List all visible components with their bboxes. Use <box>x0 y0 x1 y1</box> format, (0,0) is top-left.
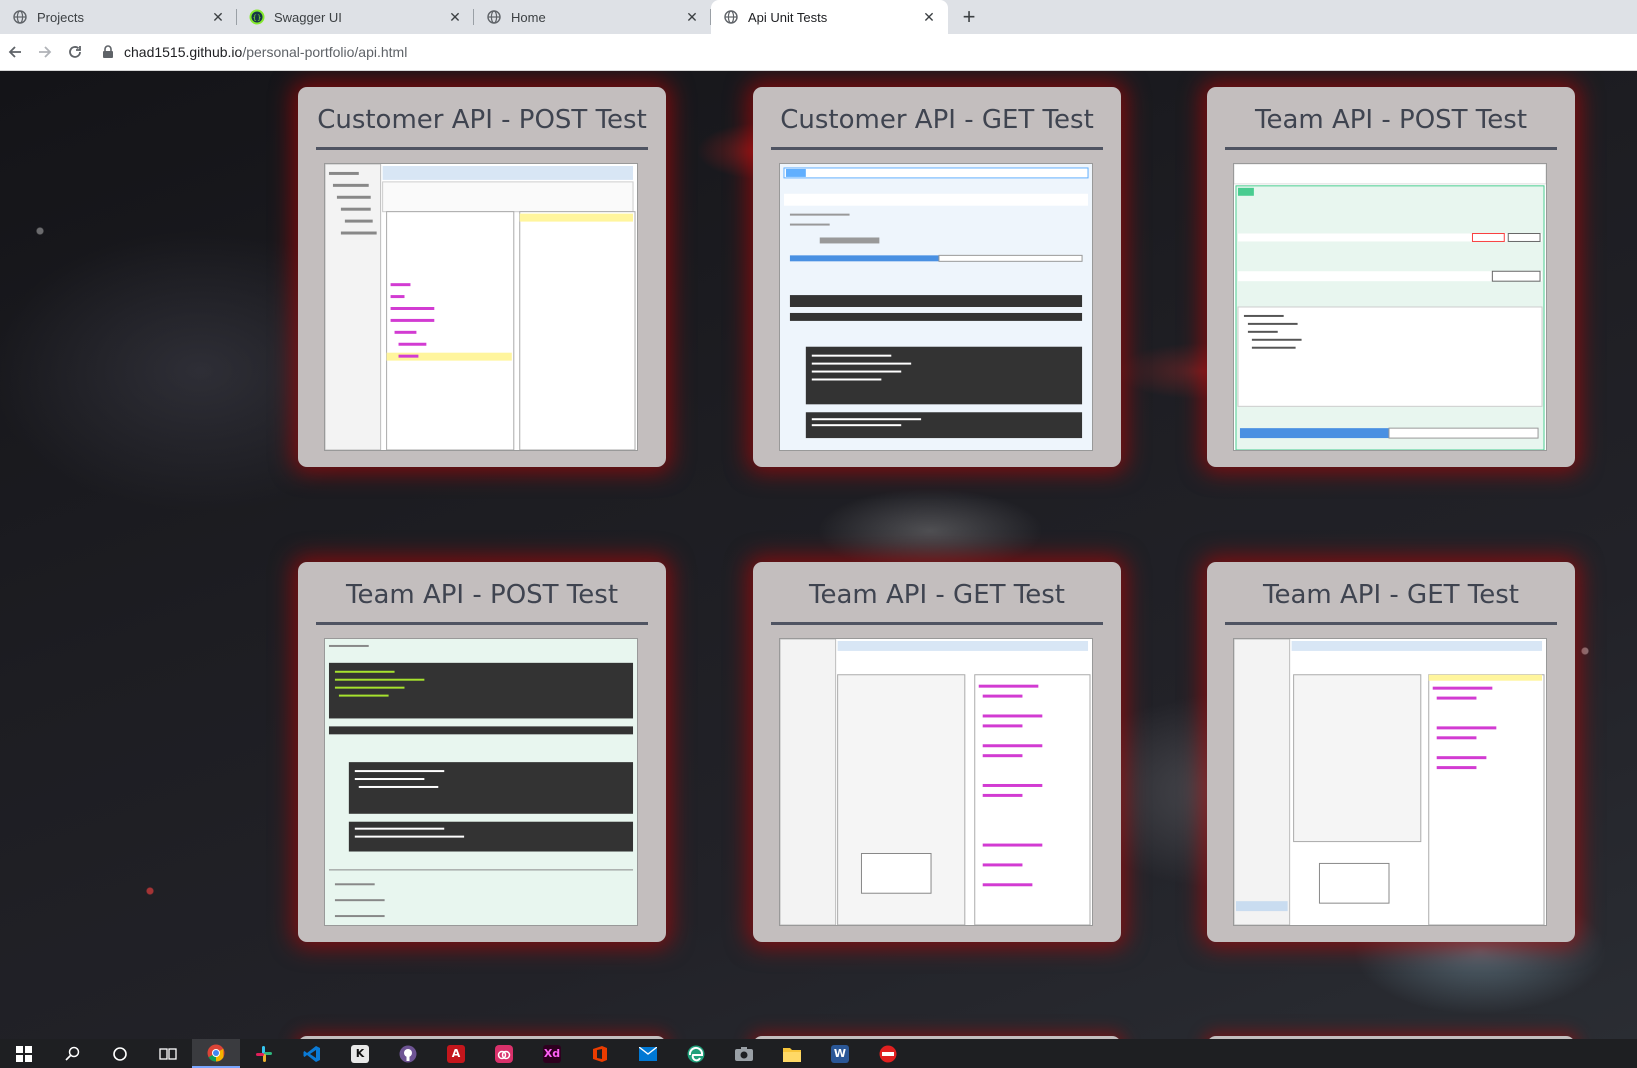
acrobat-icon[interactable]: A <box>432 1039 480 1068</box>
search-icon[interactable] <box>48 1039 96 1068</box>
card-screenshot[interactable] <box>324 163 638 451</box>
card-screenshot[interactable] <box>1233 638 1547 926</box>
title-divider <box>316 147 648 150</box>
tab-close-icon[interactable]: ✕ <box>446 8 464 26</box>
address-bar[interactable]: chad1515.github.io/personal-portfolio/ap… <box>102 37 407 67</box>
mail-icon[interactable] <box>624 1039 672 1068</box>
tab-close-icon[interactable]: ✕ <box>683 8 701 26</box>
word-icon[interactable]: W <box>816 1039 864 1068</box>
project-card[interactable]: Team API - POST Test <box>298 562 666 942</box>
file-explorer-icon[interactable] <box>768 1039 816 1068</box>
windows-start-icon[interactable] <box>0 1039 48 1068</box>
app-icon[interactable] <box>864 1039 912 1068</box>
card-screenshot[interactable] <box>324 638 638 926</box>
tab-label: Home <box>511 9 546 25</box>
tab-label: Swagger UI <box>274 9 342 25</box>
project-card[interactable]: Team API - GET Test <box>1207 562 1575 942</box>
globe-icon <box>12 9 28 25</box>
project-card[interactable]: Team API - POST Test <box>1207 87 1575 467</box>
card-title: Customer API - GET Test <box>780 105 1094 135</box>
globe-icon <box>486 9 502 25</box>
tab-label: Projects <box>37 9 84 25</box>
inkscape-icon[interactable]: K <box>336 1039 384 1068</box>
chrome-icon[interactable] <box>192 1039 240 1068</box>
card-title: Team API - GET Test <box>809 580 1065 610</box>
tab-swagger-ui[interactable]: {} Swagger UI ✕ <box>237 0 474 34</box>
card-screenshot[interactable] <box>1233 163 1547 451</box>
task-view-icon[interactable] <box>144 1039 192 1068</box>
card-title: Team API - GET Test <box>1263 580 1519 610</box>
lock-icon[interactable] <box>102 45 116 59</box>
tab-projects[interactable]: Projects ✕ <box>0 0 237 34</box>
page-background: Customer API - POST Test Customer API - … <box>0 71 1637 1039</box>
card-title: Customer API - POST Test <box>317 105 647 135</box>
svg-text:{}: {} <box>253 14 262 22</box>
adobe-xd-icon[interactable]: Xd <box>528 1039 576 1068</box>
vscode-icon[interactable] <box>288 1039 336 1068</box>
card-title: Team API - POST Test <box>1254 105 1528 135</box>
project-card[interactable]: Team API - GET Test <box>753 562 1121 942</box>
tab-label: Api Unit Tests <box>748 9 828 25</box>
project-card[interactable]: Customer API - GET Test <box>753 87 1121 467</box>
url-host: chad1515.github.io <box>124 44 243 60</box>
camera-icon[interactable] <box>720 1039 768 1068</box>
github-icon[interactable] <box>384 1039 432 1068</box>
project-card[interactable]: Customer API - POST Test <box>298 87 666 467</box>
title-divider <box>771 147 1103 150</box>
forward-arrow-icon[interactable] <box>30 37 60 67</box>
creative-cloud-icon[interactable] <box>480 1039 528 1068</box>
title-divider <box>316 622 648 625</box>
new-tab-button[interactable]: + <box>952 0 986 34</box>
reload-icon[interactable] <box>60 37 90 67</box>
edge-icon[interactable] <box>672 1039 720 1068</box>
tab-close-icon[interactable]: ✕ <box>920 8 938 26</box>
browser-toolbar: chad1515.github.io/personal-portfolio/ap… <box>0 34 1637 71</box>
globe-icon <box>723 9 739 25</box>
cortana-icon[interactable] <box>96 1039 144 1068</box>
windows-taskbar: K A Xd W <box>0 1039 1637 1068</box>
card-screenshot[interactable] <box>779 163 1093 451</box>
swagger-icon: {} <box>249 9 265 25</box>
tab-home[interactable]: Home ✕ <box>474 0 711 34</box>
back-arrow-icon[interactable] <box>0 37 30 67</box>
card-title: Team API - POST Test <box>345 580 619 610</box>
card-screenshot[interactable] <box>779 638 1093 926</box>
word-label: W <box>831 1044 849 1063</box>
tab-strip: Projects ✕ {} Swagger UI ✕ Home ✕ Api Un… <box>0 0 1637 34</box>
adobe-xd-label: Xd <box>543 1044 561 1063</box>
title-divider <box>1225 147 1557 150</box>
office-icon[interactable] <box>576 1039 624 1068</box>
tab-close-icon[interactable]: ✕ <box>209 8 227 26</box>
title-divider <box>1225 622 1557 625</box>
url-path: /personal-portfolio/api.html <box>242 44 408 60</box>
slack-icon[interactable] <box>240 1039 288 1068</box>
title-divider <box>771 622 1103 625</box>
tab-api-unit-tests[interactable]: Api Unit Tests ✕ <box>711 0 948 34</box>
